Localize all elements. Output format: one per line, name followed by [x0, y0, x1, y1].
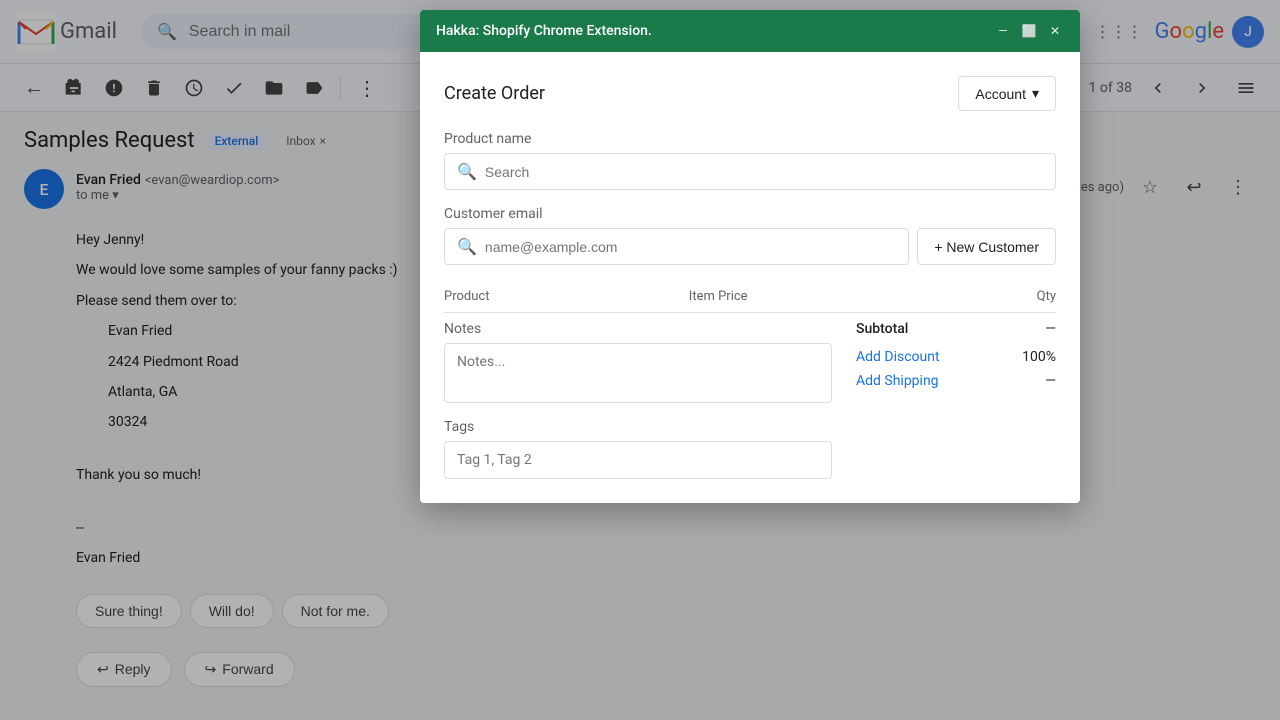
customer-email-row: 🔍 + New Customer [444, 228, 1056, 265]
customer-search-icon: 🔍 [457, 237, 477, 256]
product-name-label: Product name [444, 131, 1056, 147]
pricing-section: Subtotal — Add Discount 100% Add Shippin… [856, 321, 1056, 479]
shopify-modal: Hakka: Shopify Chrome Extension. — ⬜ ✕ C… [420, 10, 1080, 503]
bottom-section: Notes Tags Subtotal — Add Discount 100% … [444, 321, 1056, 479]
add-discount-link[interactable]: Add Discount [856, 349, 940, 365]
customer-email-label: Customer email [444, 206, 1056, 222]
discount-row: Add Discount 100% [856, 349, 1056, 365]
modal-titlebar: Hakka: Shopify Chrome Extension. — ⬜ ✕ [420, 10, 1080, 52]
shipping-row: Add Shipping — [856, 373, 1056, 389]
product-search-icon: 🔍 [457, 162, 477, 181]
modal-title: Hakka: Shopify Chrome Extension. [436, 23, 652, 39]
subtotal-row: Subtotal — [856, 321, 1056, 337]
subtotal-label: Subtotal [856, 321, 908, 337]
col-qty-label: Qty [934, 289, 1056, 304]
modal-body: Create Order Account ▾ Product name 🔍 Cu… [420, 52, 1080, 503]
product-search-wrap[interactable]: 🔍 [444, 153, 1056, 190]
order-table-header: Product Item Price Qty [444, 281, 1056, 313]
tags-input[interactable] [444, 441, 832, 479]
new-customer-button[interactable]: + New Customer [917, 228, 1056, 265]
product-search-input[interactable] [485, 164, 1043, 180]
close-button[interactable]: ✕ [1046, 22, 1064, 40]
subtotal-value: — [1045, 321, 1056, 337]
modal-controls: — ⬜ ✕ [994, 22, 1064, 40]
notes-label: Notes [444, 321, 832, 337]
notes-tags-section: Notes Tags [444, 321, 832, 479]
minimize-button[interactable]: — [994, 22, 1012, 40]
customer-email-input-wrap[interactable]: 🔍 [444, 228, 909, 265]
maximize-button[interactable]: ⬜ [1020, 22, 1038, 40]
add-shipping-link[interactable]: Add Shipping [856, 373, 939, 389]
discount-value: 100% [1022, 349, 1056, 365]
notes-textarea[interactable] [444, 343, 832, 403]
shipping-value: — [1045, 373, 1056, 389]
account-button[interactable]: Account ▾ [958, 76, 1056, 111]
col-price-label: Item Price [689, 289, 934, 304]
customer-email-group: Customer email 🔍 + New Customer [444, 206, 1056, 265]
product-name-group: Product name 🔍 [444, 131, 1056, 190]
modal-form-header: Create Order Account ▾ [444, 76, 1056, 111]
form-title: Create Order [444, 83, 545, 104]
col-product-label: Product [444, 289, 689, 304]
customer-email-field[interactable] [485, 239, 896, 255]
chevron-down-icon: ▾ [1032, 85, 1039, 102]
tags-label: Tags [444, 419, 832, 435]
